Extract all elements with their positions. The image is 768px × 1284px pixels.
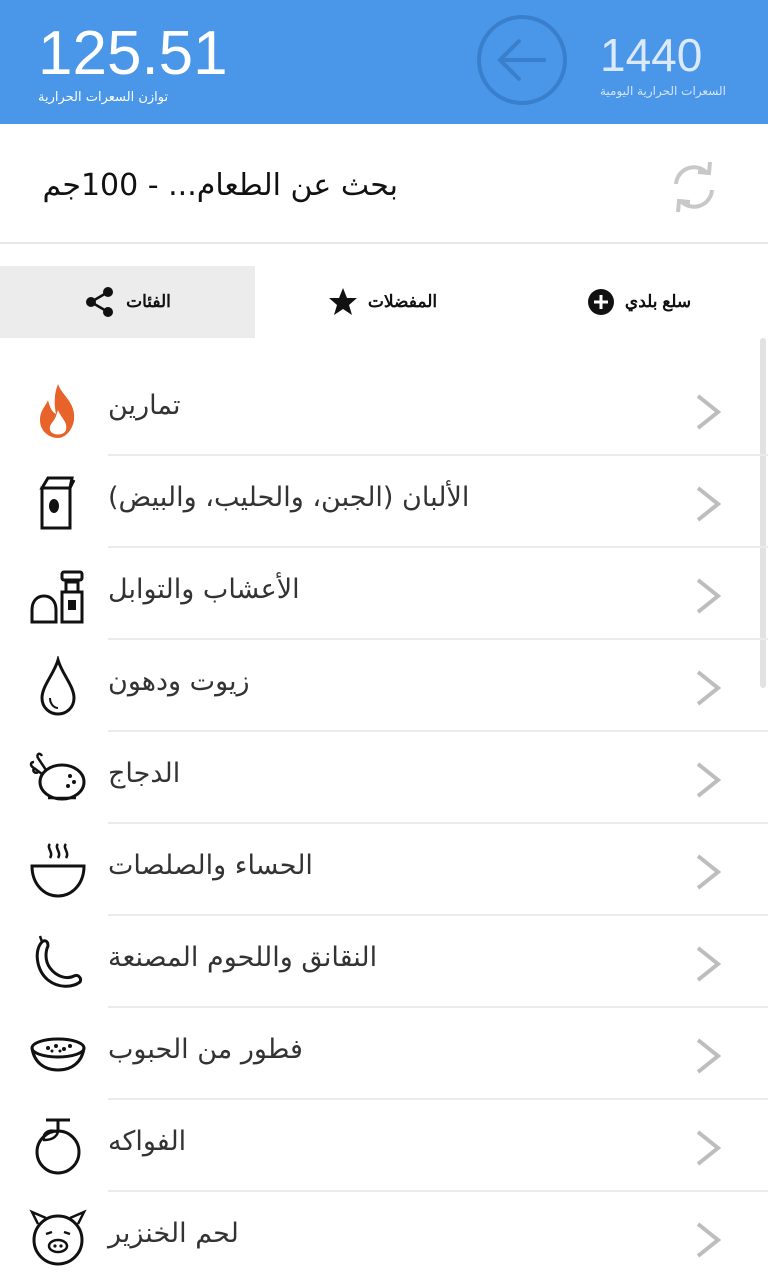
chevron-right-icon (696, 670, 722, 706)
category-row-herbs-spices[interactable]: الأعشاب والتوابل (0, 548, 768, 640)
food-search-bar[interactable]: بحث عن الطعام... - 100جم (0, 124, 768, 244)
category-label: لحم الخنزير (108, 1218, 239, 1249)
tab-favorites-label: المفضلات (367, 292, 438, 311)
oil-drop-icon (40, 656, 76, 716)
category-row-sausages[interactable]: النقانق واللحوم المصنعة (0, 916, 768, 1008)
chevron-right-icon (696, 1130, 722, 1166)
fire-icon (40, 384, 75, 438)
category-label: الحساء والصلصات (108, 850, 313, 881)
chevron-right-icon (696, 762, 722, 798)
cereal-bowl-icon (30, 1037, 86, 1072)
chevron-right-icon (696, 1038, 722, 1074)
category-row-pork[interactable]: لحم الخنزير (0, 1192, 768, 1284)
category-row-chicken[interactable]: الدجاج (0, 732, 768, 824)
chevron-right-icon (696, 854, 722, 890)
category-label: الأعشاب والتوابل (108, 574, 300, 605)
star-icon (328, 288, 357, 315)
category-label: زيوت ودهون (108, 666, 250, 697)
arrow-left-circle-icon (477, 15, 567, 105)
category-row-fruits[interactable]: الفواكه (0, 1100, 768, 1192)
chevron-right-icon (696, 578, 722, 614)
refresh-button[interactable] (668, 160, 720, 218)
chevron-right-icon (696, 946, 722, 982)
food-search-input[interactable]: بحث عن الطعام... - 100جم (42, 168, 398, 203)
pig-icon (29, 1209, 87, 1266)
category-label: فطور من الحبوب (108, 1034, 303, 1065)
calorie-header: 125.51 توازن السعرات الحرارية 1440 السعر… (0, 0, 768, 124)
tab-my-items[interactable]: سلع بلدي (510, 266, 768, 338)
category-row-cereals[interactable]: فطور من الحبوب (0, 1008, 768, 1100)
category-label: الفواكه (108, 1126, 187, 1157)
category-label: الدجاج (108, 758, 181, 789)
chevron-right-icon (696, 1222, 722, 1258)
daily-calories-value: 1440 (600, 29, 703, 81)
category-row-dairy[interactable]: الألبان (الجبن، والحليب، والبيض) (0, 456, 768, 548)
sausage-icon (35, 935, 82, 988)
category-label: الألبان (الجبن، والحليب، والبيض) (108, 482, 470, 513)
roast-chicken-icon (29, 752, 86, 801)
share-icon (86, 287, 114, 317)
daily-calories-label: السعرات الحرارية اليومية (600, 84, 726, 98)
chevron-right-icon (696, 486, 722, 522)
category-row-exercise[interactable]: تمارين (0, 364, 768, 456)
chevron-right-icon (696, 394, 722, 430)
milk-carton-icon (39, 476, 76, 530)
category-label: تمارين (108, 390, 181, 421)
category-tabs: الفئات المفضلات سلع بلدي (0, 266, 768, 338)
category-row-soups-sauces[interactable]: الحساء والصلصات (0, 824, 768, 916)
soup-bowl-icon (30, 843, 86, 898)
fruit-icon (35, 1118, 81, 1175)
tab-categories-label: الفئات (126, 292, 171, 311)
tab-my-items-label: سلع بلدي (624, 292, 692, 311)
calorie-balance-value: 125.51 (38, 19, 228, 88)
calorie-balance-label: توازن السعرات الحرارية (38, 90, 169, 105)
plus-circle-icon (587, 289, 614, 315)
category-row-oils-fats[interactable]: زيوت ودهون (0, 640, 768, 732)
back-button[interactable] (476, 14, 568, 106)
category-label: النقانق واللحوم المصنعة (108, 942, 378, 973)
refresh-icon (674, 161, 714, 213)
tab-categories[interactable]: الفئات (0, 266, 255, 338)
tab-favorites[interactable]: المفضلات (255, 266, 510, 338)
spice-grinder-icon (30, 570, 84, 624)
